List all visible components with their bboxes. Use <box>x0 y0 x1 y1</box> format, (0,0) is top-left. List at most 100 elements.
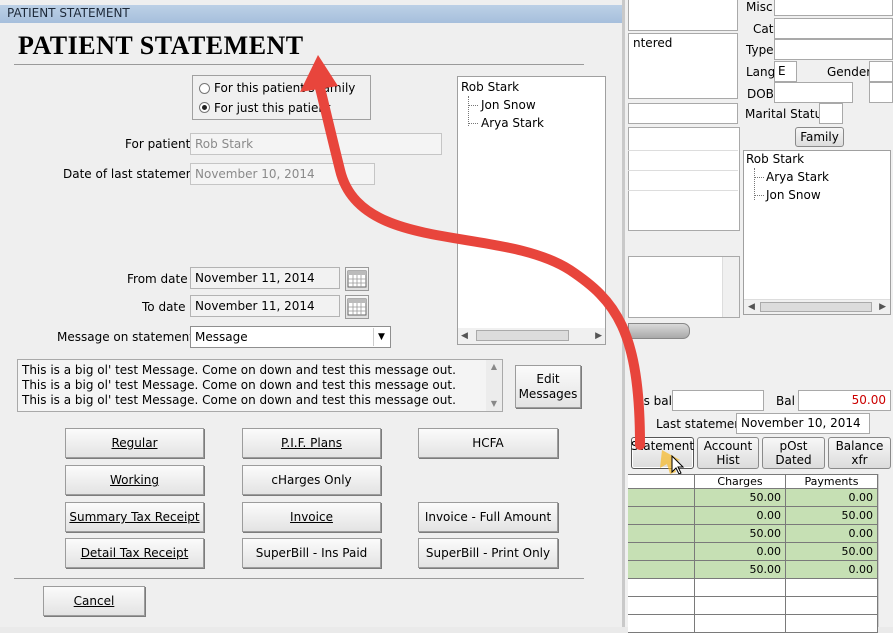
tree-scrollbar[interactable]: ◀ ▶ <box>458 328 605 344</box>
account-hist-button[interactable]: Account Hist <box>697 437 759 469</box>
table-row[interactable]: 50.00 0.00 <box>628 561 878 579</box>
pif-plans-button[interactable]: P.I.F. Plans <box>242 428 381 458</box>
tree-item[interactable]: Arya Stark <box>481 116 544 130</box>
top-field[interactable] <box>628 0 738 31</box>
ins-bal-field[interactable] <box>672 390 764 411</box>
family-tree[interactable]: Rob Stark Arya Stark Jon Snow ◀ ▶ <box>743 150 891 315</box>
scroll-thumb[interactable] <box>760 302 872 312</box>
table-cell-payments: 0.00 <box>786 525 878 543</box>
table-cell-desc <box>628 615 695 633</box>
tree-item[interactable]: Rob Stark <box>461 80 519 94</box>
type-field[interactable] <box>774 39 893 60</box>
scroll-right-icon[interactable]: ▶ <box>879 302 886 312</box>
notes-box[interactable] <box>628 127 740 231</box>
last-statement-label: Date of last statement <box>63 167 199 181</box>
tree-connector <box>754 177 764 178</box>
cat-label: Cat <box>753 22 774 36</box>
regular-button[interactable]: Regular <box>65 428 204 458</box>
table-cell-desc <box>628 543 695 561</box>
last-statement-label: Last statement <box>656 417 747 431</box>
table-row[interactable] <box>628 615 878 633</box>
table-row[interactable] <box>628 597 878 615</box>
heading-divider <box>14 64 584 65</box>
cancel-button[interactable]: Cancel <box>43 586 145 616</box>
to-date-field[interactable]: November 11, 2014 <box>190 295 340 317</box>
field-row-1[interactable] <box>628 103 738 124</box>
bal-field[interactable]: 50.00 <box>798 390 891 411</box>
charges-only-button[interactable]: cHarges Only <box>242 465 381 495</box>
dob-field[interactable] <box>774 82 853 103</box>
last-statement-field[interactable]: November 10, 2014 <box>190 163 375 185</box>
working-button[interactable]: Working <box>65 465 204 495</box>
table-cell-payments: 50.00 <box>786 507 878 525</box>
radio-family[interactable] <box>199 83 210 94</box>
table-cell-payments: 50.00 <box>786 543 878 561</box>
tree-item[interactable]: Arya Stark <box>766 170 829 184</box>
scroll-down-icon[interactable]: ▼ <box>486 397 502 411</box>
dialog-heading: PATIENT STATEMENT <box>18 31 304 60</box>
footer-divider <box>14 578 584 579</box>
summary-tax-receipt-button[interactable]: Summary Tax Receipt <box>65 502 204 532</box>
scroll-left-icon[interactable]: ◀ <box>461 331 468 341</box>
summary-tax-label: Summary Tax Receipt <box>69 510 200 524</box>
cat-field[interactable] <box>774 18 893 39</box>
scroll-up-icon[interactable]: ▲ <box>486 360 502 374</box>
detail-tax-receipt-button[interactable]: Detail Tax Receipt <box>65 538 204 568</box>
last-statement-field[interactable]: November 10, 2014 <box>736 413 870 434</box>
tree-item[interactable]: Jon Snow <box>481 98 536 112</box>
age-field <box>869 82 893 103</box>
table-row[interactable]: 0.00 50.00 <box>628 543 878 561</box>
memo-scrollbar[interactable] <box>722 257 739 317</box>
from-date-field[interactable]: November 11, 2014 <box>190 267 340 289</box>
invoice-button[interactable]: Invoice <box>242 502 381 532</box>
balance-xfr-button[interactable]: Balance xfr <box>828 437 891 469</box>
table-row[interactable]: 0.00 50.00 <box>628 507 878 525</box>
misc-field[interactable] <box>774 0 893 16</box>
scroll-left-icon[interactable]: ◀ <box>748 302 755 312</box>
hcfa-button[interactable]: HCFA <box>418 428 558 458</box>
tree-connector <box>468 96 469 126</box>
tree-scrollbar[interactable]: ◀ ▶ <box>744 299 890 314</box>
lang-field[interactable]: E <box>774 61 797 82</box>
post-dated-button[interactable]: pOst Dated <box>762 437 825 469</box>
table-row[interactable] <box>628 579 878 597</box>
table-row[interactable]: 50.00 0.00 <box>628 525 878 543</box>
radio-patient-label[interactable]: For just this patient <box>214 101 331 115</box>
cancel-label: Cancel <box>73 594 115 608</box>
for-patient-label: For patient <box>125 137 191 151</box>
family-button[interactable]: Family <box>795 127 844 147</box>
message-select[interactable]: Message ▼ <box>190 326 391 348</box>
message-label: Message on statement <box>57 330 194 344</box>
from-date-calendar-icon[interactable] <box>345 267 369 291</box>
header-charges: Charges <box>695 475 786 489</box>
gender-field[interactable] <box>869 61 893 82</box>
scroll-right-icon[interactable]: ▶ <box>595 331 602 341</box>
marital-field[interactable] <box>819 103 843 124</box>
misc-label: Misc <box>746 0 773 14</box>
dob-label: DOB <box>747 87 774 101</box>
for-patient-field[interactable]: Rob Stark <box>190 133 442 155</box>
table-cell-desc <box>628 579 695 597</box>
message-scrollbar[interactable]: ▲ ▼ <box>486 360 502 411</box>
table-scrollbar[interactable] <box>878 474 893 627</box>
progress-bar <box>628 323 690 339</box>
radio-patient[interactable] <box>199 102 210 113</box>
invoice-full-amount-button[interactable]: Invoice - Full Amount <box>418 502 558 532</box>
superbill-print-only-button[interactable]: SuperBill - Print Only <box>418 538 558 568</box>
patient-tree[interactable]: Rob Stark Jon Snow Arya Stark ◀ ▶ <box>457 76 606 345</box>
table-cell-payments: 0.00 <box>786 489 878 507</box>
to-date-label: To date <box>142 300 186 314</box>
edit-messages-button[interactable]: Edit Messages <box>515 365 581 408</box>
table-cell-payments <box>786 615 878 633</box>
scroll-thumb[interactable] <box>476 330 569 341</box>
tree-item[interactable]: Rob Stark <box>746 152 804 166</box>
table-cell-payments <box>786 597 878 615</box>
to-date-calendar-icon[interactable] <box>345 295 369 319</box>
message-text: This is a big ol' test Message. Come on … <box>22 363 456 407</box>
radio-family-label[interactable]: For this patient's family <box>214 81 355 95</box>
chevron-down-icon[interactable]: ▼ <box>373 328 389 346</box>
superbill-ins-paid-button[interactable]: SuperBill - Ins Paid <box>242 538 381 568</box>
tree-item[interactable]: Jon Snow <box>766 188 821 202</box>
notes-divider <box>628 170 738 171</box>
table-row[interactable]: 50.00 0.00 <box>628 489 878 507</box>
